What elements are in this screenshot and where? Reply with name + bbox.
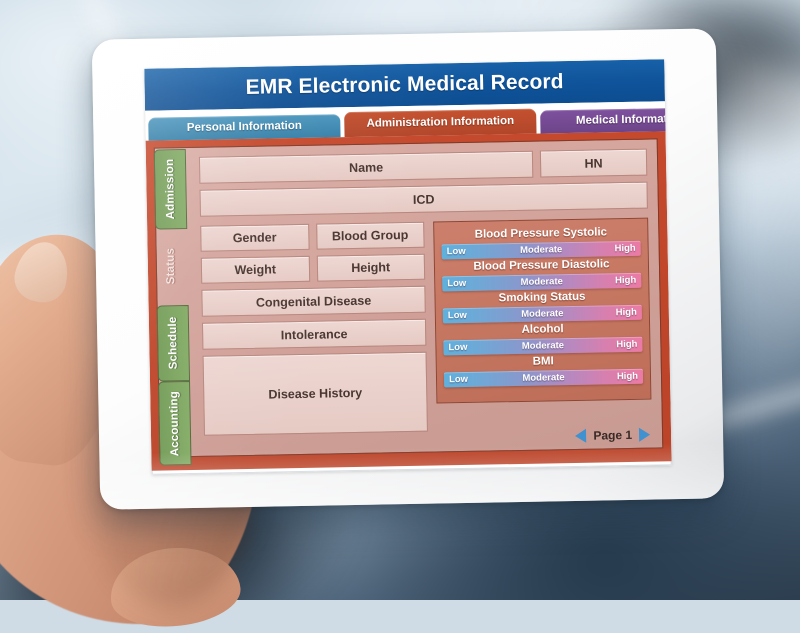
- intolerance-field-label: Intolerance: [280, 326, 348, 342]
- tab-personal-information-label: Personal Information: [186, 119, 302, 135]
- measure-label-blood-pressure-systolic-text: Blood Pressure Systolic: [474, 226, 608, 241]
- blood-group-field[interactable]: Blood Group: [315, 221, 425, 250]
- hn-field-label: HN: [584, 155, 603, 171]
- slider-moderate-label: Moderate: [520, 276, 563, 288]
- slider-moderate-label: Moderate: [521, 308, 564, 320]
- congenital-disease-field-label: Congenital Disease: [255, 293, 372, 310]
- disease-history-field[interactable]: Disease History: [202, 351, 428, 436]
- slider-moderate-label: Moderate: [519, 244, 563, 256]
- sidebar-item-admission-label: Admission: [163, 158, 178, 220]
- measure-label-blood-pressure-diastolic-text: Blood Pressure Diastolic: [473, 258, 610, 273]
- measure-label-smoking-status-text: Smoking Status: [498, 290, 586, 305]
- left-form-column: Gender Blood Group Weight Height Congeni…: [200, 221, 428, 436]
- measure-label-alcohol-text: Alcohol: [521, 323, 564, 336]
- tab-medical-information-label: Medical Information: [575, 112, 672, 127]
- slider-high-label: High: [616, 338, 638, 351]
- gender-field-label: Gender: [232, 230, 277, 246]
- page-title: EMR Electronic Medical Record: [245, 70, 564, 99]
- weight-field-label: Weight: [234, 262, 277, 278]
- pagination: Page 1: [575, 427, 651, 443]
- measures-panel: Blood Pressure Systolic Low Moderate Hig…: [433, 217, 652, 404]
- page-number-label: Page 1: [593, 427, 633, 443]
- gender-bloodgroup-row: Gender Blood Group: [200, 221, 425, 252]
- tab-medical-information[interactable]: Medical Information: [540, 107, 672, 134]
- slider-high-label: High: [615, 306, 637, 319]
- arrow-left-icon[interactable]: [575, 428, 587, 443]
- sidebar-item-schedule[interactable]: Schedule: [156, 305, 191, 382]
- congenital-disease-field[interactable]: Congenital Disease: [201, 285, 426, 317]
- slider-moderate-label: Moderate: [521, 340, 565, 352]
- form-panel: Admission Status Schedule Accounting Nam…: [153, 138, 664, 466]
- right-measure-column: Blood Pressure Systolic Low Moderate Hig…: [433, 217, 652, 432]
- form-frame: Admission Status Schedule Accounting Nam…: [145, 131, 672, 471]
- name-field-label: Name: [348, 159, 384, 175]
- blood-group-field-label: Blood Group: [331, 227, 409, 244]
- slider-high-label: High: [616, 370, 639, 383]
- sidebar-item-status[interactable]: Status: [155, 231, 186, 302]
- sidebar-item-schedule-label: Schedule: [166, 316, 180, 370]
- arrow-right-icon[interactable]: [638, 427, 651, 442]
- hn-field[interactable]: HN: [539, 148, 648, 178]
- disease-history-field-label: Disease History: [268, 385, 363, 402]
- sidebar-item-admission[interactable]: Admission: [153, 149, 188, 230]
- weight-field[interactable]: Weight: [200, 255, 310, 284]
- icd-field-label: ICD: [412, 192, 435, 207]
- intolerance-field[interactable]: Intolerance: [201, 318, 427, 350]
- sidebar-tabs: Admission Status Schedule Accounting: [153, 147, 196, 466]
- sidebar-item-accounting-label: Accounting: [168, 390, 182, 457]
- measure-label-bmi-text: BMI: [532, 355, 554, 368]
- form-columns: Gender Blood Group Weight Height Congeni…: [200, 217, 652, 436]
- tab-administration-information[interactable]: Administration Information: [344, 108, 537, 138]
- slider-high-label: High: [614, 242, 636, 255]
- tablet-screen: EMR Electronic Medical Record Personal I…: [144, 59, 672, 475]
- sidebar-item-accounting[interactable]: Accounting: [158, 381, 192, 466]
- weight-height-row: Weight Height: [200, 253, 426, 284]
- name-hn-row: Name HN: [198, 148, 648, 184]
- height-field[interactable]: Height: [316, 253, 426, 282]
- slider-moderate-label: Moderate: [522, 372, 565, 384]
- tablet-device: EMR Electronic Medical Record Personal I…: [91, 28, 725, 510]
- height-field-label: Height: [351, 260, 391, 276]
- slider-high-label: High: [615, 274, 637, 287]
- gender-field[interactable]: Gender: [200, 223, 310, 252]
- icd-field[interactable]: ICD: [199, 181, 648, 217]
- tab-administration-information-label: Administration Information: [366, 115, 515, 130]
- name-field[interactable]: Name: [198, 150, 534, 184]
- slider-bmi[interactable]: Low Moderate High: [443, 368, 644, 388]
- sidebar-item-status-label: Status: [164, 248, 178, 285]
